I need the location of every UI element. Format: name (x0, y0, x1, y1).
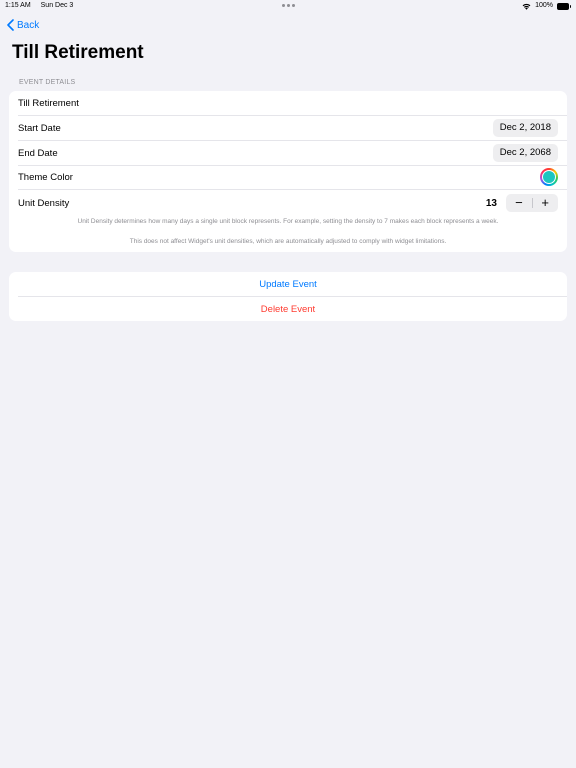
end-date-picker[interactable]: Dec 2, 2068 (492, 144, 558, 162)
status-right: 100% (522, 0, 571, 12)
status-date: Sun Dec 3 (40, 2, 74, 9)
theme-color-row: Theme Color (18, 165, 567, 190)
start-date-row: Start Date Dec 2, 2018 (18, 116, 567, 141)
status-bar: 1:15 AM Sun Dec 3 100% (0, 0, 576, 12)
widget-density-footnote: This does not affect Widget's unit densi… (129, 238, 447, 245)
status-time: 1:15 AM (5, 2, 31, 9)
event-name-field[interactable]: Till Retirement (18, 91, 567, 116)
battery-percent: 100% (535, 2, 553, 9)
battery-icon (557, 2, 571, 10)
end-date-label: End Date (18, 147, 58, 159)
unit-density-row: Unit Density 13 − + (18, 190, 567, 216)
unit-density-value: 13 (485, 197, 497, 209)
theme-color-label: Theme Color (18, 171, 73, 183)
chevron-left-icon (7, 19, 14, 31)
unit-density-label: Unit Density (18, 197, 70, 209)
unit-density-stepper: − + (506, 194, 558, 212)
section-header-event-details: EVENT DETAILS (19, 79, 76, 86)
multitasking-dots-icon[interactable] (282, 4, 295, 7)
back-label: Back (17, 19, 40, 31)
actions-card: Update Event Delete Event (9, 272, 567, 321)
page-title: Till Retirement (12, 42, 144, 63)
event-name-value: Till Retirement (18, 97, 79, 109)
event-details-card: Till Retirement Start Date Dec 2, 2018 E… (9, 91, 567, 252)
wifi-icon (522, 3, 531, 10)
update-event-button[interactable]: Update Event (18, 272, 567, 297)
delete-event-label: Delete Event (260, 303, 316, 315)
start-date-picker[interactable]: Dec 2, 2018 (492, 119, 558, 137)
theme-color-well[interactable] (540, 168, 558, 186)
update-event-label: Update Event (259, 278, 317, 290)
theme-color-swatch (543, 171, 555, 183)
back-button[interactable]: Back (7, 17, 39, 33)
increment-button[interactable]: + (532, 194, 558, 212)
status-left: 1:15 AM Sun Dec 3 (5, 0, 81, 12)
delete-event-button[interactable]: Delete Event (18, 297, 567, 321)
end-date-row: End Date Dec 2, 2068 (18, 141, 567, 166)
decrement-button[interactable]: − (506, 194, 532, 212)
unit-density-footnote: Unit Density determines how many days a … (77, 218, 499, 225)
screen: 1:15 AM Sun Dec 3 100% Back Till Retirem… (0, 0, 576, 768)
start-date-label: Start Date (18, 122, 61, 134)
